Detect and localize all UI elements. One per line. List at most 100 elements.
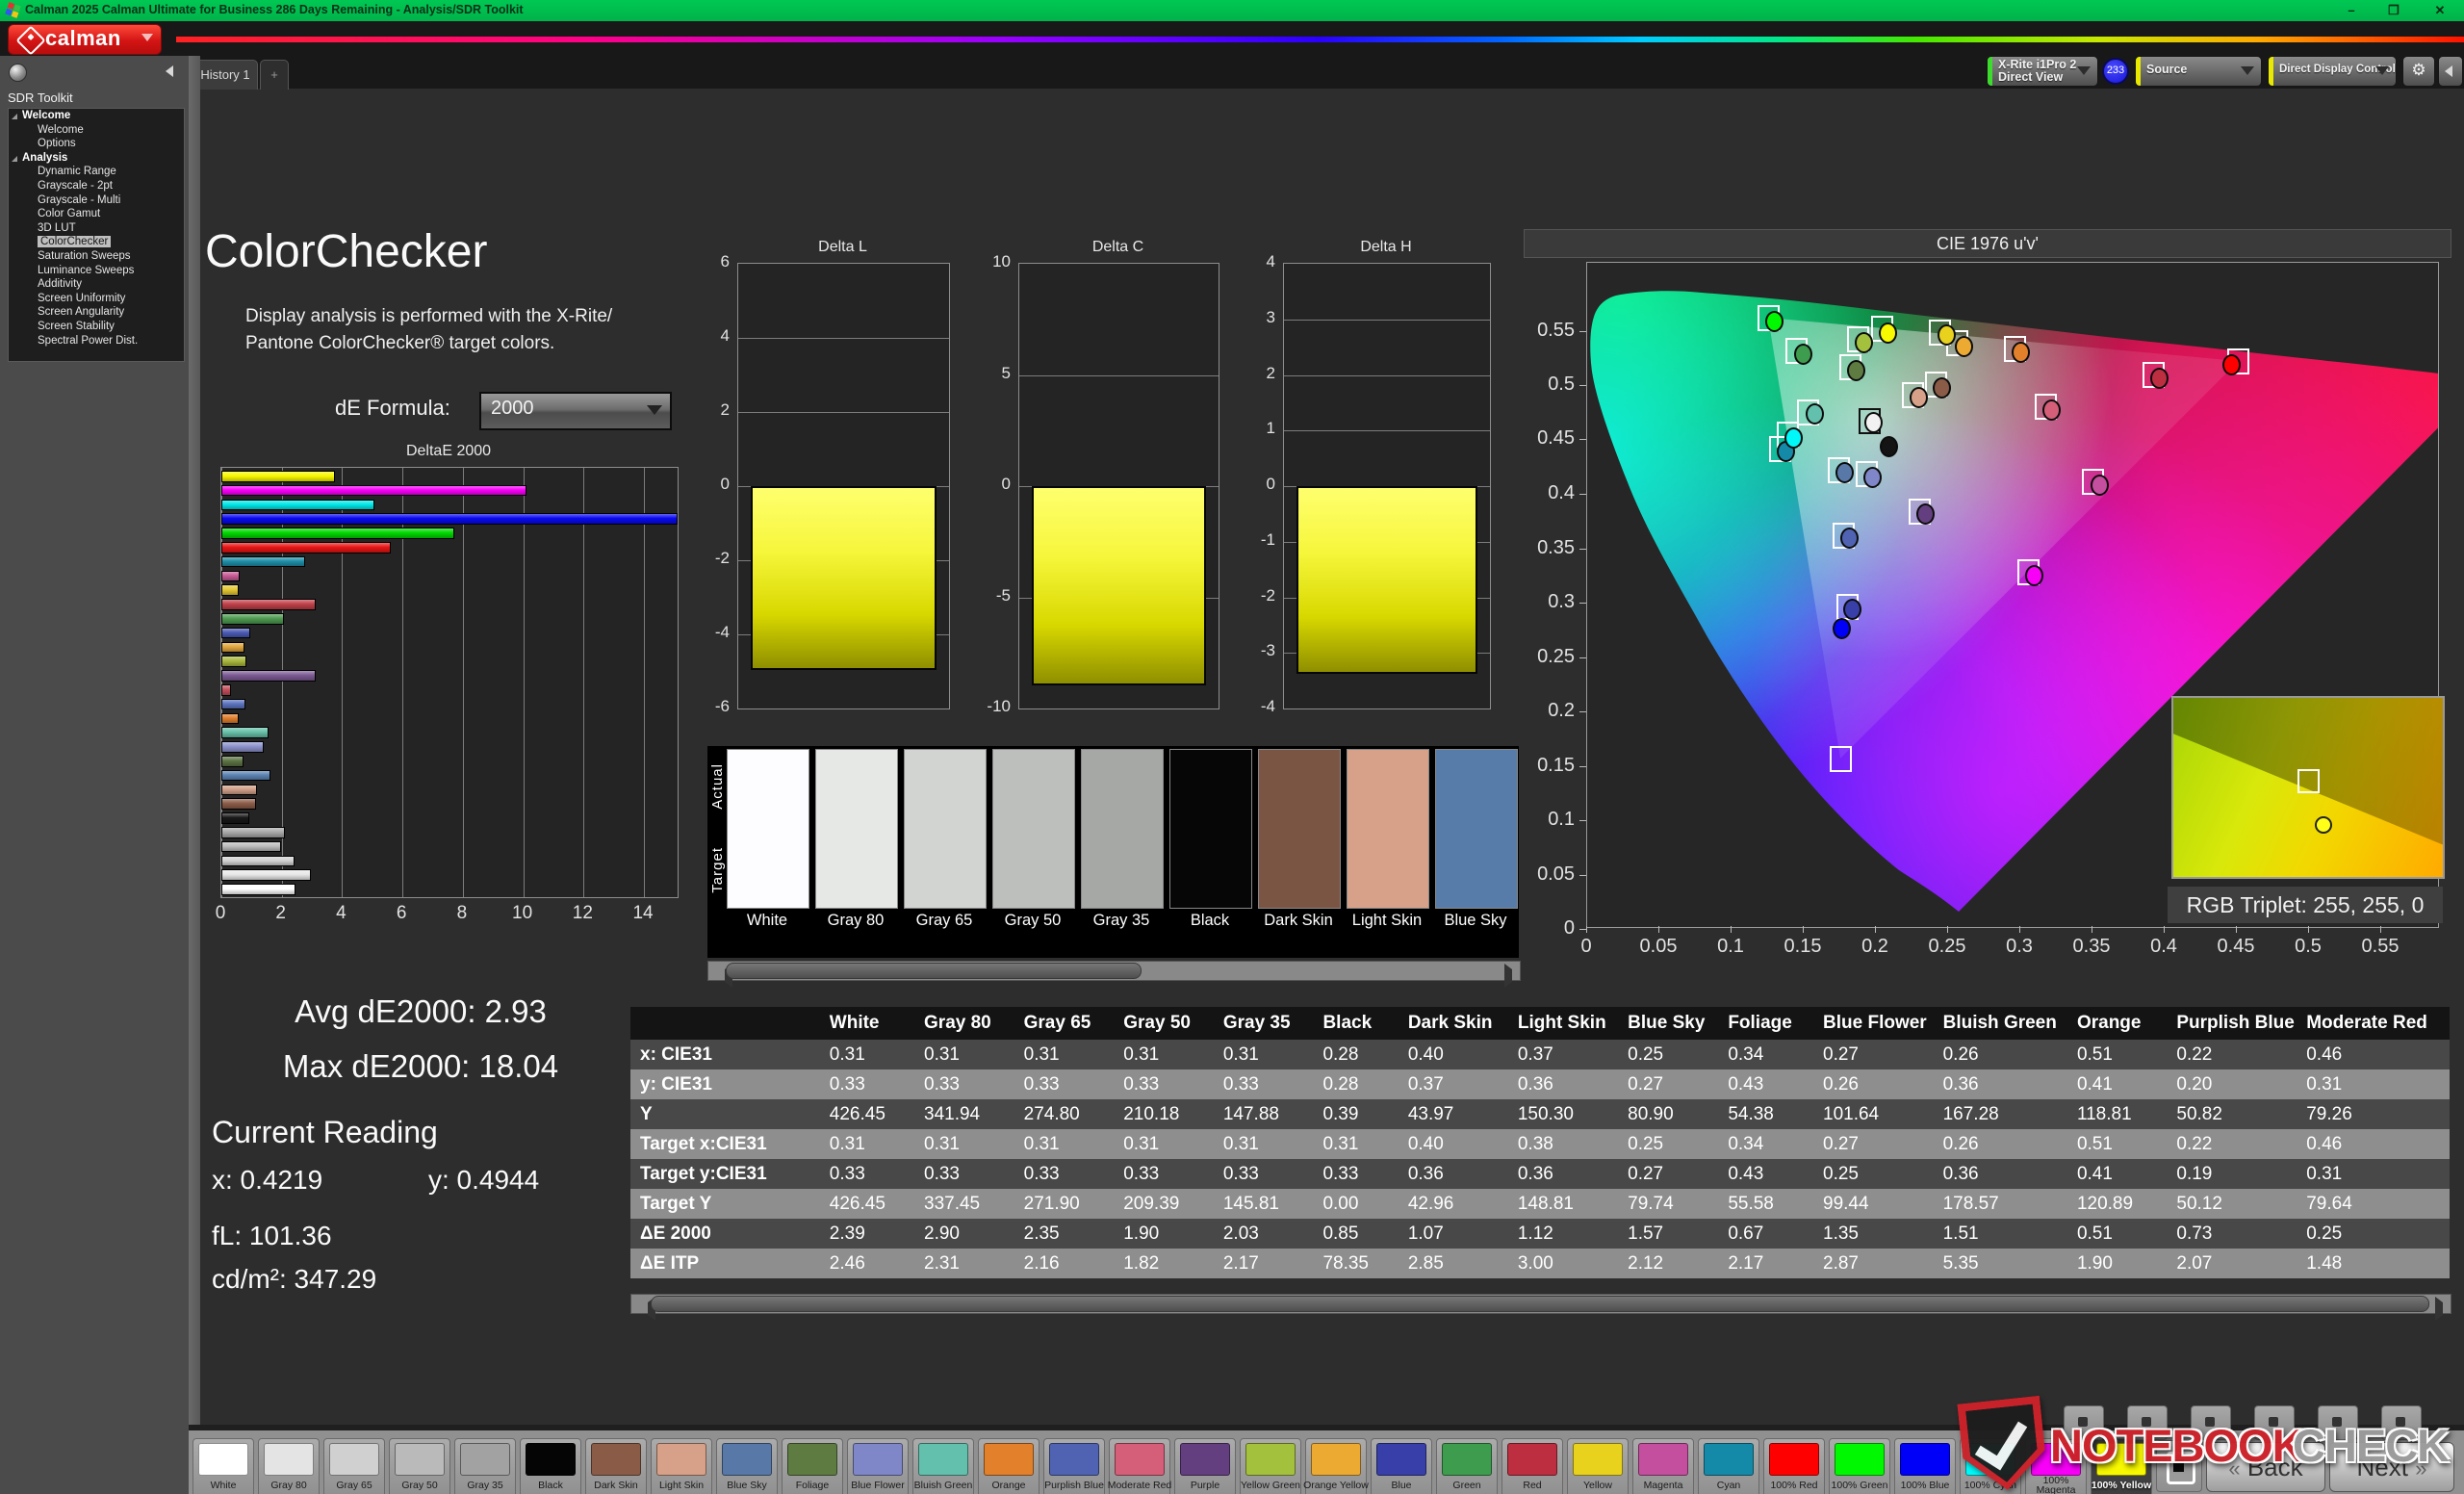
sidebar-splitter[interactable] <box>189 56 200 1494</box>
cie-x-tickmark <box>1658 926 1659 933</box>
sidebar-item-saturation-sweeps[interactable]: Saturation Sweeps <box>9 249 184 264</box>
sidebar-item-spectral-power-dist-[interactable]: Spectral Power Dist. <box>9 334 184 348</box>
patch-button-light-skin[interactable]: Light Skin <box>651 1438 712 1494</box>
sidebar-item-welcome[interactable]: Welcome <box>9 109 184 123</box>
sidebar-item-luminance-sweeps[interactable]: Luminance Sweeps <box>9 264 184 278</box>
delta-chart-title: Delta L <box>737 239 948 256</box>
minimize-button[interactable]: – <box>2337 2 2366 19</box>
swatch-scroll-thumb[interactable] <box>726 963 1142 979</box>
sidebar-item-additivity[interactable]: Additivity <box>9 277 184 292</box>
sidebar-item-color-gamut[interactable]: Color Gamut <box>9 207 184 221</box>
cie-y-tick: 0.3 <box>1519 591 1575 613</box>
deltae-bar-purplish-blue <box>221 699 245 710</box>
tab-add-button[interactable]: + <box>260 60 289 90</box>
meter-line1: X-Rite i1Pro 2 <box>1998 58 2076 71</box>
patch-button-white[interactable]: White <box>192 1438 254 1494</box>
patch-button-red[interactable]: Red <box>1502 1438 1563 1494</box>
table-scrollbar[interactable] <box>630 1294 2451 1314</box>
scroll-right-icon[interactable] <box>2435 1297 2456 1321</box>
deltae-bar-cyan <box>221 556 305 568</box>
deltae-bar-yellow <box>221 584 239 596</box>
sidebar-item-grayscale-2pt[interactable]: Grayscale - 2pt <box>9 179 184 193</box>
patch-button-blue-sky[interactable]: Blue Sky <box>716 1438 778 1494</box>
sidebar-menu-button[interactable] <box>9 64 27 82</box>
chevron-down-icon <box>2077 66 2091 75</box>
calman-menu-button[interactable]: calman <box>8 24 162 55</box>
patch-button-moderate-red[interactable]: Moderate Red <box>1109 1438 1170 1494</box>
patch-button-blue[interactable]: Blue <box>1371 1438 1432 1494</box>
patch-button-blue-flower[interactable]: Blue Flower <box>847 1438 909 1494</box>
patch-button-gray-80[interactable]: Gray 80 <box>258 1438 320 1494</box>
swatch-actual <box>1436 750 1517 829</box>
panel-collapse-button[interactable] <box>2438 56 2463 87</box>
patch-button-yellow[interactable]: Yellow <box>1567 1438 1629 1494</box>
patch-button-gray-35[interactable]: Gray 35 <box>454 1438 516 1494</box>
meter-count-badge[interactable]: 233 <box>2102 58 2129 85</box>
delta-y-tick: 5 <box>972 364 1011 383</box>
patch-button-purple[interactable]: Purple <box>1174 1438 1236 1494</box>
cie-y-tickmark <box>1579 711 1586 712</box>
delta-bar <box>1296 486 1477 674</box>
cie-zoom-inset <box>2171 696 2445 879</box>
patch-button-100-blue[interactable]: 100% Blue <box>1894 1438 1956 1494</box>
sidebar-item-options[interactable]: Options <box>9 137 184 151</box>
sidebar-item-screen-uniformity[interactable]: Screen Uniformity <box>9 292 184 306</box>
table-col-blue-flower: Blue Flower <box>1813 1007 1934 1040</box>
cie-measured-100-cyan <box>1784 427 1803 449</box>
table-col-light-skin: Light Skin <box>1508 1007 1618 1040</box>
settings-button[interactable]: ⚙ <box>2402 56 2435 87</box>
patch-button-cyan[interactable]: Cyan <box>1698 1438 1759 1494</box>
sidebar-item-dynamic-range[interactable]: Dynamic Range <box>9 165 184 179</box>
patch-button-magenta[interactable]: Magenta <box>1632 1438 1694 1494</box>
sidebar-item-label: Grayscale - Multi <box>38 194 120 206</box>
patch-button-100-green[interactable]: 100% Green <box>1829 1438 1890 1494</box>
sidebar-item-grayscale-multi[interactable]: Grayscale - Multi <box>9 193 184 208</box>
cie-measured-blue-flower <box>1863 467 1882 488</box>
sidebar-item-analysis[interactable]: Analysis <box>9 151 184 166</box>
table-row: ΔE 20002.392.902.351.902.030.851.071.121… <box>630 1219 2450 1249</box>
sidebar-item-welcome[interactable]: Welcome <box>9 123 184 138</box>
de-formula-select[interactable]: 2000 <box>479 392 672 430</box>
maximize-button[interactable]: ❐ <box>2379 2 2408 19</box>
table-row: y: CIE310.330.330.330.330.330.280.370.36… <box>630 1069 2450 1099</box>
patch-button-purplish-blue[interactable]: Purplish Blue <box>1043 1438 1105 1494</box>
patch-button-gray-50[interactable]: Gray 50 <box>389 1438 450 1494</box>
patch-label: Gray 50 <box>386 1475 453 1494</box>
patch-button-gray-65[interactable]: Gray 65 <box>323 1438 385 1494</box>
patch-button-orange[interactable]: Orange <box>978 1438 1040 1494</box>
table-scroll-thumb[interactable] <box>651 1296 2429 1312</box>
deltae-bar-light-skin <box>221 785 257 796</box>
close-button[interactable]: ✕ <box>2426 2 2454 19</box>
cie-x-tick: 0.05 <box>1631 936 1685 958</box>
patch-label: Light Skin <box>648 1475 715 1494</box>
sidebar-item-screen-stability[interactable]: Screen Stability <box>9 320 184 334</box>
swatch-white <box>727 749 809 909</box>
table-row: ΔE ITP2.462.312.161.822.1778.352.853.002… <box>630 1249 2450 1278</box>
actual-row-label: Actual <box>709 763 726 810</box>
sidebar-item-colorchecker[interactable]: ColorChecker <box>9 235 184 249</box>
meter-dropdown[interactable]: X-Rite i1Pro 2 Direct View <box>1987 56 2098 87</box>
patch-button-foliage[interactable]: Foliage <box>782 1438 843 1494</box>
sidebar-collapse-icon[interactable] <box>166 65 173 77</box>
swatch-scrollbar[interactable] <box>707 961 1521 981</box>
patch-color-chip <box>198 1443 248 1476</box>
display-control-dropdown[interactable]: Direct Display Control <box>2268 56 2397 87</box>
patch-label: Red <box>1499 1475 1566 1494</box>
inset-measured-marker <box>2315 816 2332 834</box>
patch-button-yellow-green[interactable]: Yellow Green <box>1240 1438 1301 1494</box>
scroll-right-icon[interactable] <box>1504 964 1526 988</box>
sidebar-item-3d-lut[interactable]: 3D LUT <box>9 221 184 236</box>
patch-label: Foliage <box>779 1475 846 1494</box>
sidebar-item-screen-angularity[interactable]: Screen Angularity <box>9 305 184 320</box>
deltae-x-tick: 10 <box>508 903 537 924</box>
patch-button-green[interactable]: Green <box>1436 1438 1498 1494</box>
patch-button-black[interactable]: Black <box>520 1438 581 1494</box>
source-dropdown[interactable]: Source <box>2135 56 2262 87</box>
cie-x-tickmark <box>2164 926 2165 933</box>
tab-history-1[interactable]: History 1 <box>192 60 258 90</box>
patch-button-100-red[interactable]: 100% Red <box>1763 1438 1825 1494</box>
patch-button-bluish-green[interactable]: Bluish Green <box>912 1438 974 1494</box>
watermark-text-1: NOTEBOOK <box>2050 1419 2304 1472</box>
patch-button-orange-yellow[interactable]: Orange Yellow <box>1305 1438 1367 1494</box>
patch-button-dark-skin[interactable]: Dark Skin <box>585 1438 647 1494</box>
